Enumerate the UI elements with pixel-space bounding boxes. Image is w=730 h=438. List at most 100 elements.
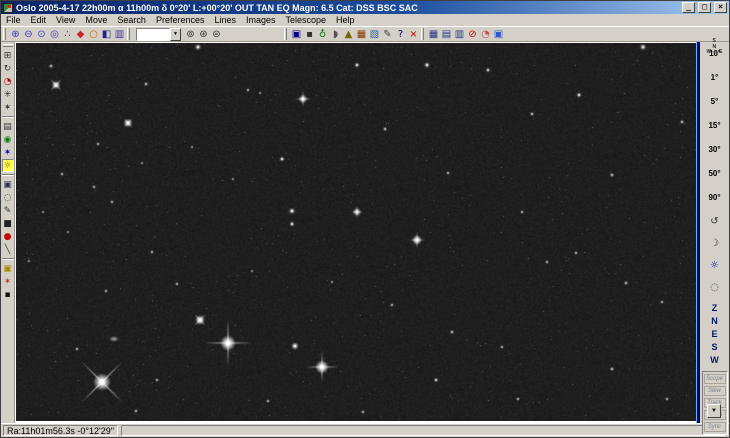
grid-galactic-icon[interactable]: ▥	[453, 28, 466, 41]
maximize-button[interactable]: □	[698, 2, 711, 13]
toolbar-grip[interactable]	[284, 28, 287, 40]
misc-tool-icon[interactable]: ▪	[2, 288, 14, 301]
print-icon[interactable]: ▤	[2, 120, 14, 133]
north-indicator-icon[interactable]: ◆	[74, 28, 87, 41]
close-button[interactable]: ×	[714, 2, 727, 13]
edit-notes-icon[interactable]: ✎	[381, 28, 394, 41]
toolbar-grip[interactable]	[3, 28, 6, 40]
menu-lines[interactable]: Lines	[209, 14, 241, 26]
grid-toggle-icon[interactable]: ◌	[2, 191, 14, 204]
direction-button-s[interactable]: S	[711, 342, 717, 353]
labels-toggle-icon[interactable]: ▣	[2, 178, 14, 191]
window-title: Oslo 2005-4-17 22h00m α 11h00m δ 0°20' L…	[16, 2, 418, 13]
menu-preferences[interactable]: Preferences	[151, 14, 210, 26]
find-object-icon[interactable]: ⊛	[197, 28, 210, 41]
compass-west-label: W	[706, 49, 712, 55]
grid-equatorial-icon[interactable]: ▦	[427, 28, 440, 41]
menu-file[interactable]: File	[1, 14, 26, 26]
telescope-slew-button[interactable]: Slew	[703, 386, 726, 396]
object-track-icon[interactable]: ↺	[710, 215, 718, 229]
zoom-default-icon[interactable]: ◎	[48, 28, 61, 41]
toolbar-grip[interactable]	[127, 28, 130, 40]
minimize-button[interactable]: _	[682, 2, 695, 13]
compass-cross-icon: ✛	[712, 50, 718, 56]
telescope-scope-button[interactable]: Scope	[703, 374, 726, 384]
chart-mirror-icon[interactable]: ⊞	[2, 49, 14, 62]
fov-button-15[interactable]: 15°	[708, 119, 720, 132]
menu-view[interactable]: View	[51, 14, 80, 26]
left-toolbar-grip[interactable]	[2, 44, 13, 47]
direction-button-z[interactable]: Z	[712, 303, 718, 314]
telescope-button-group: ScopeSlewTrackZoomSync	[701, 371, 728, 435]
fov-button-90[interactable]: 90°	[708, 191, 720, 204]
direction-button-n[interactable]: N	[711, 316, 718, 327]
scroll-down-arrow[interactable]: ▼	[707, 404, 721, 418]
fewer-stars-icon[interactable]: ✶	[2, 101, 14, 114]
dark-frame-icon[interactable]: ■	[2, 217, 14, 230]
left-toolbar-separator	[1, 116, 14, 118]
save-chart-icon[interactable]: ▣	[290, 28, 303, 41]
fov-button-30[interactable]: 30°	[708, 143, 720, 156]
mark-object-icon[interactable]: ●	[2, 230, 14, 243]
object-identify-icon[interactable]: ○	[87, 28, 100, 41]
search-binoculars-icon[interactable]: ⊚	[184, 28, 197, 41]
center-position-icon[interactable]: ⊜	[210, 28, 223, 41]
chart-legend-icon[interactable]: ▥	[113, 28, 126, 41]
constellation-lines-icon[interactable]: ✶	[2, 146, 14, 159]
object-search-combo: ▼	[136, 27, 181, 41]
chart-rotate-icon[interactable]: ↻	[2, 62, 14, 75]
sun-position-icon[interactable]: ☼	[710, 259, 719, 273]
left-toolbar-separator	[1, 174, 14, 176]
draw-line-icon[interactable]: ✎	[2, 204, 14, 217]
toolbar-grip[interactable]	[421, 28, 424, 40]
app-window: Oslo 2005-4-17 22h00m α 11h00m δ 0°20' L…	[0, 0, 730, 438]
help-icon[interactable]: ?	[394, 28, 407, 41]
horizon-scene-icon[interactable]: ▲	[342, 28, 355, 41]
moon-phase-icon[interactable]: ☽	[710, 237, 719, 251]
search-input[interactable]	[136, 27, 170, 41]
config-window-icon[interactable]: ▣	[492, 28, 505, 41]
fov-button-5[interactable]: 5°	[711, 95, 719, 108]
measure-distance-icon[interactable]: ╲	[2, 243, 14, 256]
pan-hand-icon[interactable]: ◗	[329, 28, 342, 41]
image-background-icon[interactable]: ▧	[368, 28, 381, 41]
clock-icon[interactable]: ◔	[2, 75, 14, 88]
night-vision-icon[interactable]: ◧	[100, 28, 113, 41]
toolbar-file-group: ▣ ▪ ♁ ◗ ▲ ▦ ▧ ✎? ×	[290, 28, 420, 41]
menu-telescope[interactable]: Telescope	[281, 14, 332, 26]
asteroid-search-icon[interactable]: ✶	[2, 275, 14, 288]
fov-button-1[interactable]: 1°	[711, 71, 719, 84]
zoom-out-icon[interactable]: ⊖	[22, 28, 35, 41]
deep-sky-objects-icon[interactable]: ◉	[2, 133, 14, 146]
observatory-icon[interactable]: ♁	[316, 28, 329, 41]
grid-altaz-icon[interactable]: ▤	[440, 28, 453, 41]
direction-button-e[interactable]: E	[711, 329, 717, 340]
menu-move[interactable]: Move	[80, 14, 112, 26]
fov-button-list: 10' 1° 5° 15° 30° 50° 90°	[708, 47, 720, 215]
left-toolbar: ⊞ ↻ ◔ ✳ ✶ ▤ ◉ ✶ ☼ ▣ ◌ ✎ ■ ● ╲ ▣ ✶ ▪	[1, 42, 15, 423]
ecliptic-toggle-icon[interactable]: ◌	[710, 281, 719, 295]
status-message-cell	[120, 425, 725, 436]
default-view-icon[interactable]: ▪	[303, 28, 316, 41]
menu-search[interactable]: Search	[112, 14, 151, 26]
menu-help[interactable]: Help	[331, 14, 360, 26]
more-stars-icon[interactable]: ✳	[2, 88, 14, 101]
zoom-selection-icon[interactable]: ⊙	[35, 28, 48, 41]
cursor-coordinates: Ra:11h01m56.3s -0°12'29"	[3, 425, 118, 436]
direction-button-w[interactable]: W	[710, 355, 719, 366]
close-chart-icon[interactable]: ×	[407, 28, 420, 41]
fov-button-50[interactable]: 50°	[708, 167, 720, 180]
zoom-in-icon[interactable]: ⊕	[9, 28, 22, 41]
realtime-clock-icon[interactable]: ◔	[479, 28, 492, 41]
chevron-down-icon[interactable]: ▼	[170, 27, 181, 41]
menu-images[interactable]: Images	[241, 14, 281, 26]
sky-background-icon[interactable]: ☼	[1, 159, 14, 172]
menu-edit[interactable]: Edit	[26, 14, 52, 26]
save-image-icon[interactable]: ▣	[2, 262, 14, 275]
star-filter-icon[interactable]: ∴	[61, 28, 74, 41]
telescope-disconnected-icon[interactable]: ⊘	[466, 28, 479, 41]
sky-chart[interactable]	[15, 42, 696, 423]
telescope-sync-button[interactable]: Sync	[703, 422, 726, 432]
calendar-icon[interactable]: ▦	[355, 28, 368, 41]
sky-canvas[interactable]	[16, 43, 696, 421]
